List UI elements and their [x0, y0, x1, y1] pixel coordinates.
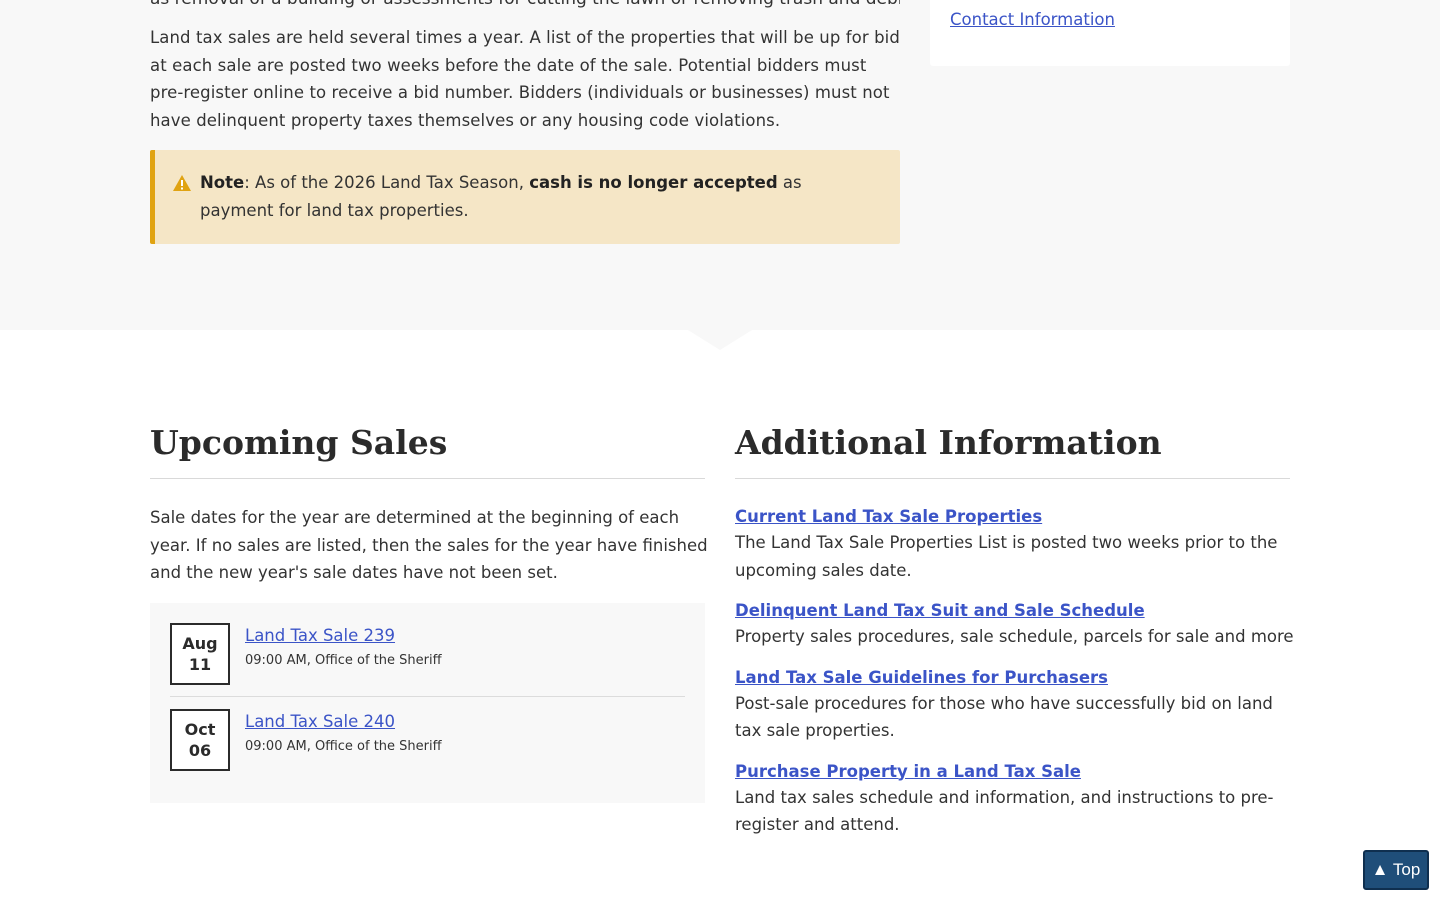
info-item: Purchase Property in a Land Tax Sale Lan…	[735, 760, 1295, 839]
event-month: Oct	[184, 720, 216, 739]
intro-cut-line: as removal of a building or assessments …	[150, 0, 900, 13]
info-link-suit-schedule[interactable]: Delinquent Land Tax Suit and Sale Schedu…	[735, 599, 1145, 623]
info-item: Land Tax Sale Guidelines for Purchasers …	[735, 666, 1295, 745]
note-emphasis: cash is no longer accepted	[529, 173, 778, 192]
additional-info-list: Current Land Tax Sale Properties The Lan…	[735, 505, 1295, 854]
info-description: Land tax sales schedule and information,…	[735, 787, 1274, 835]
info-description: The Land Tax Sale Properties List is pos…	[735, 533, 1278, 580]
event-date-badge: Oct 06	[170, 709, 230, 771]
event-title-link[interactable]: Land Tax Sale 239	[245, 624, 395, 648]
sidebar-card: Contact Information	[930, 0, 1290, 66]
info-link-guidelines[interactable]: Land Tax Sale Guidelines for Purchasers	[735, 666, 1108, 690]
info-link-current-properties[interactable]: Current Land Tax Sale Properties	[735, 505, 1042, 529]
info-link-purchase-property[interactable]: Purchase Property in a Land Tax Sale	[735, 760, 1081, 784]
upcoming-divider	[150, 478, 705, 479]
upcoming-description: Sale dates for the year are determined a…	[150, 508, 708, 582]
event-month: Aug	[182, 634, 218, 653]
note-callout: Note: As of the 2026 Land Tax Season, ca…	[150, 150, 900, 244]
events-list: Aug 11 Land Tax Sale 239 09:00 AM, Offic…	[150, 603, 705, 803]
info-item: Delinquent Land Tax Suit and Sale Schedu…	[735, 599, 1295, 651]
intro-section: as removal of a building or assessments …	[0, 0, 1440, 330]
event-meta: 09:00 AM, Office of the Sheriff	[245, 739, 442, 754]
event-meta: 09:00 AM, Office of the Sheriff	[245, 653, 442, 668]
info-item: Current Land Tax Sale Properties The Lan…	[735, 505, 1295, 584]
event-title-link[interactable]: Land Tax Sale 240	[245, 710, 395, 734]
event-day: 11	[188, 655, 212, 674]
event-date-badge: Aug 11	[170, 623, 230, 685]
note-text: Note: As of the 2026 Land Tax Season, ca…	[200, 169, 880, 224]
upcoming-sales-title: Upcoming Sales	[150, 423, 448, 462]
section-notch	[688, 330, 752, 350]
event-day: 06	[188, 741, 212, 760]
info-description: Property sales procedures, sale schedule…	[735, 627, 1294, 646]
warning-icon	[173, 175, 191, 191]
additional-divider	[735, 478, 1290, 479]
event-divider	[170, 696, 685, 697]
note-text-before: : As of the 2026 Land Tax Season,	[244, 173, 530, 192]
back-to-top-button[interactable]: ▲ Top	[1363, 850, 1429, 890]
additional-information-title: Additional Information	[735, 423, 1162, 462]
info-description: Post-sale procedures for those who have …	[735, 693, 1273, 741]
note-label: Note	[200, 173, 245, 192]
contact-information-link[interactable]: Contact Information	[950, 8, 1115, 32]
intro-paragraph: Land tax sales are held several times a …	[150, 28, 900, 130]
